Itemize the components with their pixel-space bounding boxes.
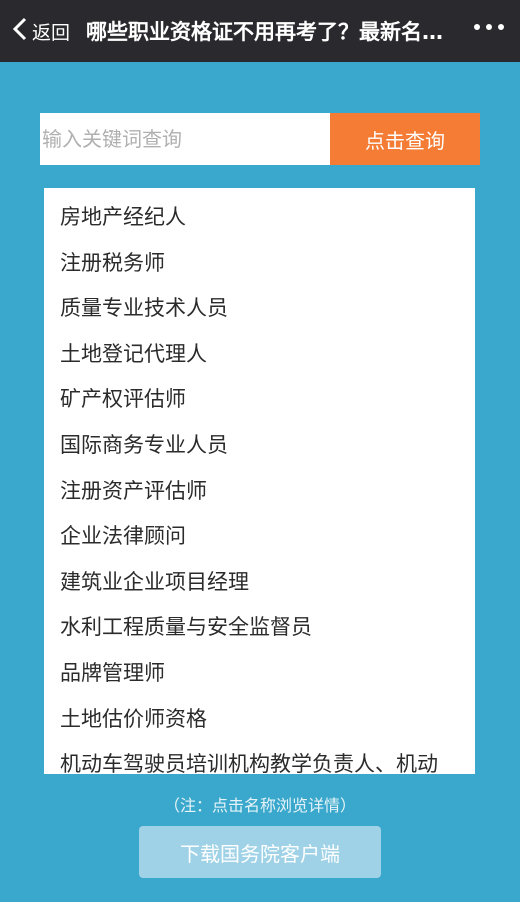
chevron-left-icon — [12, 17, 28, 45]
top-bar: 返回 哪些职业资格证不用再考了？最新名单来了 — [0, 0, 520, 62]
list-item[interactable]: 品牌管理师 — [44, 651, 475, 697]
page-title: 哪些职业资格证不用再考了？最新名单来了 — [86, 20, 447, 44]
list-item[interactable]: 国际商务专业人员 — [44, 423, 475, 469]
list-item[interactable]: 注册资产评估师 — [44, 469, 475, 515]
list-item[interactable]: 房地产经纪人 — [44, 195, 475, 241]
list-item[interactable]: 质量专业技术人员 — [44, 286, 475, 332]
list-item[interactable]: 机动车驾驶员培训机构教学负责人、机动 — [44, 742, 475, 774]
list-item[interactable]: 企业法律顾问 — [44, 514, 475, 560]
list-item[interactable]: 土地估价师资格 — [44, 697, 475, 743]
search-button[interactable]: 点击查询 — [330, 113, 480, 165]
more-dots-icon[interactable] — [472, 18, 506, 36]
search-bar: 点击查询 — [40, 113, 480, 165]
list-item[interactable]: 土地登记代理人 — [44, 332, 475, 378]
search-input[interactable] — [40, 113, 330, 165]
download-client-button[interactable]: 下载国务院客户端 — [139, 826, 381, 878]
list-item[interactable]: 矿产权评估师 — [44, 377, 475, 423]
hint-note: （注：点击名称浏览详情） — [163, 796, 356, 815]
list-item[interactable]: 注册税务师 — [44, 241, 475, 287]
back-label: 返回 — [32, 21, 71, 44]
back-button[interactable]: 返回 — [12, 17, 70, 45]
list-item[interactable]: 水利工程质量与安全监督员 — [44, 605, 475, 651]
qualification-list: 房地产经纪人 注册税务师 质量专业技术人员 土地登记代理人 矿产权评估师 国际商… — [44, 188, 475, 774]
list-item[interactable]: 建筑业企业项目经理 — [44, 560, 475, 606]
